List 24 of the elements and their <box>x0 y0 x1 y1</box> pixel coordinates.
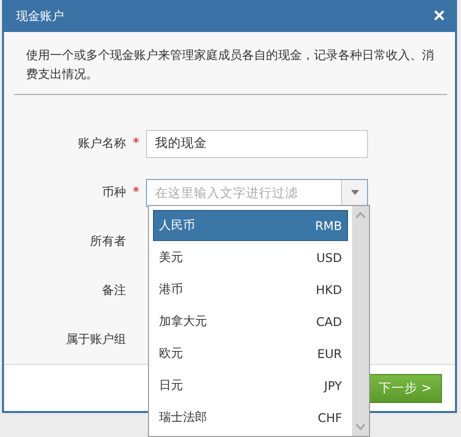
dropdown-option[interactable]: 美元 USD <box>153 242 348 274</box>
dropdown-button[interactable] <box>341 180 367 206</box>
dialog-title: 现金账户 <box>16 8 64 25</box>
scroll-up-icon <box>356 212 365 218</box>
field-label: 账户名称 <box>77 135 126 152</box>
field-label: 备注 <box>101 282 126 300</box>
dropdown-option[interactable]: 港币 HKD <box>153 274 348 306</box>
dropdown-option[interactable]: 人民币 RMB <box>153 210 348 242</box>
caret-icon <box>350 190 358 196</box>
scrollbar[interactable] <box>352 206 369 436</box>
required-mark: * <box>132 136 140 152</box>
close-button[interactable]: × <box>433 4 445 28</box>
field-label: 币种 <box>101 184 126 202</box>
dropdown-option[interactable]: 日元 JPY <box>153 370 348 402</box>
field-label: 属于账户组 <box>65 331 126 348</box>
text-field[interactable]: 我的现金 <box>146 130 368 158</box>
dropdown-option[interactable]: 加拿大元 CAD <box>153 306 348 338</box>
currency-select[interactable]: 在这里输入文字进行过滤 <box>146 178 368 207</box>
scroll-down-icon <box>356 424 365 430</box>
description: 使用一个或多个现金账户来管理家庭成员各自的现金，记录各种日常收入、消费支出情况。 <box>26 47 435 84</box>
required-mark: * <box>132 185 140 200</box>
dropdown-option[interactable]: 欧元 EUR <box>153 338 348 370</box>
field-label: 所有者 <box>89 233 126 250</box>
dropdown-option[interactable]: 瑞士法郎 CHF <box>153 402 348 434</box>
